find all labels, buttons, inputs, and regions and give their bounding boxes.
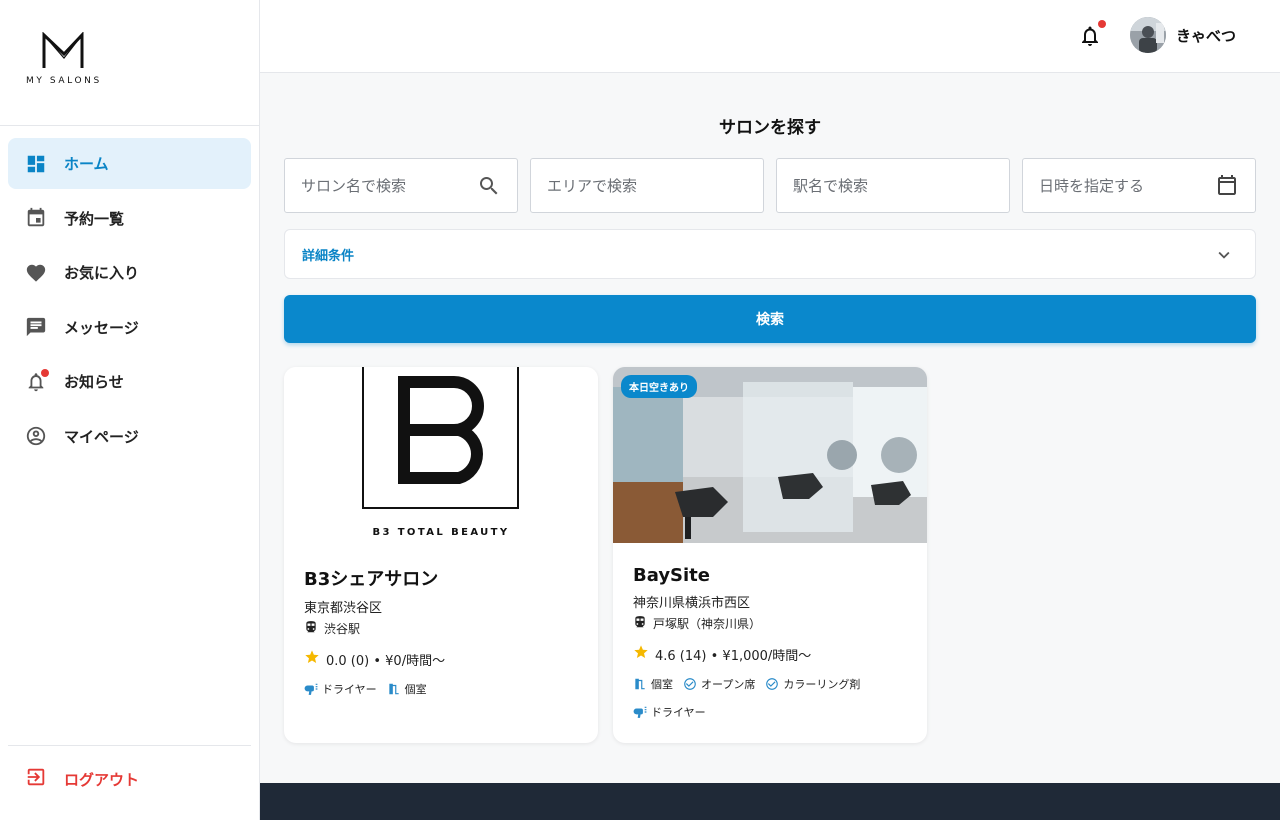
dryer-icon: [633, 705, 647, 719]
amenity-tag: 個室: [633, 676, 673, 692]
search-icon: [477, 174, 501, 202]
sidebar-item-label: お知らせ: [64, 373, 124, 391]
salon-rating: 0.0 (0) • ¥0/時間〜: [326, 653, 446, 669]
salon-name: B3シェアサロン: [304, 569, 439, 590]
datetime-input[interactable]: [1039, 176, 1209, 195]
salon-image: 本日空きあり: [613, 367, 927, 543]
sidebar-item-reservations[interactable]: 予約一覧: [8, 193, 251, 244]
sidebar-item-label: ホーム: [64, 155, 109, 173]
salon-logo-caption: B3 TOTAL BEAUTY: [372, 527, 510, 538]
bell-icon: [25, 368, 49, 393]
chevron-down-icon: [1213, 244, 1235, 270]
sidebar: MY SALONS ホーム 予約一覧 お気に入り メッセージ お知らせ マイペー…: [0, 0, 260, 820]
sidebar-item-label: 予約一覧: [64, 209, 125, 228]
amenity-tag: ドライヤー: [633, 704, 706, 720]
amenity-tag: 個室: [387, 681, 427, 697]
page-title: サロンを探す: [719, 118, 821, 138]
salon-search-input[interactable]: [301, 176, 471, 195]
salon-station: 戸塚駅（神奈川県）: [653, 617, 762, 631]
salon-name: BaySite: [633, 565, 710, 586]
area-search-field[interactable]: [530, 158, 764, 213]
check-circle-icon: [683, 677, 697, 691]
logout-divider: [8, 745, 251, 746]
calendar-icon: [25, 207, 47, 229]
area-search-input[interactable]: [547, 176, 717, 195]
sidebar-item-label: お気に入り: [64, 264, 140, 282]
header-notification-button[interactable]: [1078, 20, 1106, 48]
sidebar-item-label: メッセージ: [64, 318, 139, 337]
sidebar-item-mypage[interactable]: マイページ: [8, 411, 251, 462]
train-icon: [304, 620, 318, 637]
footer: [260, 783, 1280, 820]
calendar-icon[interactable]: [1215, 174, 1239, 202]
m-logo-icon: [42, 32, 84, 68]
door-icon: [387, 682, 401, 696]
amenity-tag: カラーリング剤: [765, 676, 860, 692]
salon-card[interactable]: 本日空きあり BaySite 神奈川県横浜市西区 戸塚駅（神奈川県） 4.6 (…: [613, 367, 927, 743]
user-menu[interactable]: きゃべつ: [1130, 17, 1236, 53]
top-header: きゃべつ: [260, 0, 1280, 73]
amenity-tag: オープン席: [683, 676, 755, 692]
logout-button[interactable]: ログアウト: [25, 766, 139, 792]
sidebar-item-home[interactable]: ホーム: [8, 138, 251, 189]
details-label: 詳細条件: [302, 248, 355, 264]
search-button[interactable]: 検索: [284, 295, 1256, 343]
message-icon: [25, 316, 47, 338]
station-search-input[interactable]: [793, 176, 963, 195]
logout-label: ログアウト: [64, 770, 140, 789]
amenity-tags: ドライヤー 個室: [304, 681, 594, 709]
logo-area: MY SALONS: [0, 0, 259, 126]
salon-address: 神奈川県横浜市西区: [633, 596, 751, 611]
sidebar-item-notifications[interactable]: お知らせ: [8, 356, 251, 407]
train-icon: [633, 615, 647, 632]
dashboard-icon: [25, 153, 47, 175]
salon-image: B3 TOTAL BEAUTY: [284, 367, 598, 543]
user-name: きゃべつ: [1176, 26, 1237, 45]
details-accordion[interactable]: 詳細条件: [284, 229, 1256, 279]
main-content: サロンを探す 詳細条件 検索 B3 TOTAL BEAUTY: [260, 73, 1280, 783]
station-search-field[interactable]: [776, 158, 1010, 213]
amenity-tag: ドライヤー: [304, 681, 377, 697]
account-circle-icon: [25, 425, 47, 447]
salon-address: 東京都渋谷区: [304, 601, 383, 616]
salon-search-field[interactable]: [284, 158, 518, 213]
avatar: [1130, 17, 1166, 53]
logo-text: MY SALONS: [26, 76, 102, 86]
sidebar-item-label: マイページ: [64, 427, 139, 446]
salon-rating: 4.6 (14) • ¥1,000/時間〜: [655, 648, 812, 664]
dryer-icon: [304, 682, 318, 696]
sidebar-item-messages[interactable]: メッセージ: [8, 302, 251, 353]
salon-card[interactable]: B3 TOTAL BEAUTY B3シェアサロン 東京都渋谷区 渋谷駅 0.0 …: [284, 367, 598, 743]
notification-dot: [41, 368, 49, 377]
notification-dot: [1098, 20, 1106, 28]
amenity-tags: 個室 オープン席 カラーリング剤 ドライヤー: [633, 676, 923, 732]
brand-logo[interactable]: MY SALONS: [26, 32, 106, 86]
datetime-field[interactable]: [1022, 158, 1256, 213]
heart-icon: [25, 262, 47, 284]
sidebar-item-favorites[interactable]: お気に入り: [8, 247, 251, 298]
sidebar-nav: ホーム 予約一覧 お気に入り メッセージ お知らせ マイページ: [8, 138, 251, 465]
bell-icon: [1082, 26, 1098, 46]
salon-station: 渋谷駅: [324, 622, 361, 636]
door-icon: [633, 677, 647, 691]
availability-badge: 本日空きあり: [621, 375, 697, 398]
logout-icon: [25, 766, 47, 792]
check-circle-icon: [765, 677, 779, 691]
star-icon: [633, 644, 649, 664]
star-icon: [304, 649, 320, 669]
